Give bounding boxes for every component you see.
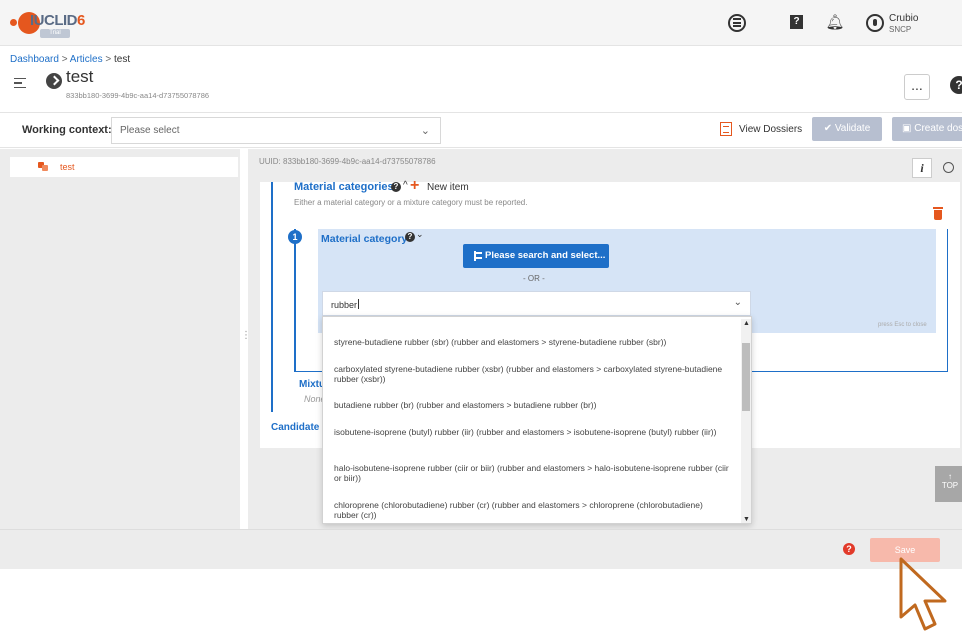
section-indicator-bar [271,182,273,412]
working-context-select[interactable]: Please select ⌄ [111,117,441,144]
collapse-caret-icon[interactable]: ^ [403,180,408,191]
create-dossier-button[interactable]: ▣ Create doss [892,117,962,141]
top-bar: IUCLID6 Trial ? 🔔︎ Crubio SNCP [0,0,962,46]
content-uuid: UUID: 833bb180-3699-4b9c-aa14-d737550787… [259,157,436,166]
entity-uuid: 833bb180-3699-4b9c-aa14-d73755078786 [66,91,210,100]
trial-badge: Trial [40,29,70,38]
view-dossiers-button[interactable]: View Dossiers [739,124,802,135]
more-actions-button[interactable]: ... [904,74,930,100]
menu-toggle-icon[interactable] [14,78,26,88]
material-category-dropdown[interactable]: styrene-butadiene rubber (sbr) (rubber a… [322,316,752,524]
search-and-select-button[interactable]: Please search and select... [463,244,609,268]
dropdown-option[interactable]: isobutene-isoprene (butyl) rubber (iir) … [334,427,729,437]
combobox-value[interactable]: rubber [331,299,359,310]
dropdown-option[interactable]: butadiene rubber (br) (rubber and elasto… [334,400,729,410]
working-context-label: Working context: [22,124,112,136]
dropdown-option[interactable]: halo-isobutene-isoprene rubber (ciir or … [334,463,729,483]
chevron-down-icon[interactable]: ⌄ [734,297,742,308]
working-context-placeholder: Please select [120,125,180,136]
dropdown-option[interactable]: carboxylated styrene-butadiene rubber (x… [334,364,729,384]
logo-dot [10,19,17,26]
material-category-title: Material category [321,233,408,245]
or-separator: - OR - [523,274,545,283]
validate-button[interactable]: ✔ Validate [812,117,882,141]
entity-title: test [66,67,94,86]
scrollbar-thumb[interactable] [742,343,750,411]
tree-structure-icon [474,251,482,261]
user-avatar-icon[interactable] [866,14,884,32]
tree-item-test[interactable]: test [10,157,238,177]
breadcrumb-dashboard[interactable]: Dashboard [10,54,59,65]
help-icon[interactable]: ? [391,182,401,192]
scroll-down-arrow-icon[interactable]: ▼ [743,516,750,523]
info-button[interactable]: i [912,158,932,178]
add-item-icon[interactable]: + [410,177,419,195]
press-esc-hint: press Esc to close [878,322,927,328]
dropdown-scrollbar[interactable]: ▲ ▼ [741,319,751,523]
mouse-cursor-icon [899,557,947,631]
user-org: SNCP [889,25,912,34]
material-categories-title: Material categories [294,181,394,193]
history-clock-icon[interactable] [943,162,954,173]
help-icon[interactable]: ? [405,232,415,242]
footer-bar [0,529,962,569]
new-item-button[interactable]: New item [427,182,469,193]
material-category-combobox[interactable]: rubber ⌄ [322,291,751,316]
dropdown-option[interactable]: chloroprene (chlorobutadiene) rubber (cr… [334,500,729,520]
entity-status-icon [46,73,62,89]
candidate-list-label: Candidate l [271,422,325,433]
breadcrumb-current: test [113,54,131,65]
material-categories-note: Either a material category or a mixture … [294,198,528,207]
breadcrumb-articles[interactable]: Articles [70,54,103,65]
item-number-badge: 1 [288,230,302,244]
database-icon[interactable] [727,13,747,33]
feedback-icon[interactable]: ? [787,13,807,33]
tree-item-label: test [60,162,75,172]
scroll-up-arrow-icon[interactable]: ▲ [743,320,750,327]
iuclid-logo[interactable]: IUCLID6 Trial [10,10,90,38]
user-name[interactable]: Crubio [889,13,918,24]
help-icon[interactable]: ? [950,76,962,94]
scroll-to-top-button[interactable]: ↑ TOP [935,466,962,502]
delete-trash-icon[interactable] [933,207,943,220]
dropdown-option[interactable]: styrene-butadiene rubber (sbr) (rubber a… [334,337,729,347]
breadcrumb: Dashboard > Articles > test [10,54,131,65]
navigation-tree: test [0,149,240,529]
chevron-down-icon[interactable]: ⌄ [416,229,424,240]
dossier-icon[interactable] [720,122,732,136]
logo-text: IUCLID6 [30,12,85,29]
notification-bell-icon[interactable]: 🔔︎ [825,13,845,33]
help-icon[interactable]: ? [843,543,855,555]
chevron-down-icon: ⌄ [420,125,430,137]
article-icon [38,162,49,171]
